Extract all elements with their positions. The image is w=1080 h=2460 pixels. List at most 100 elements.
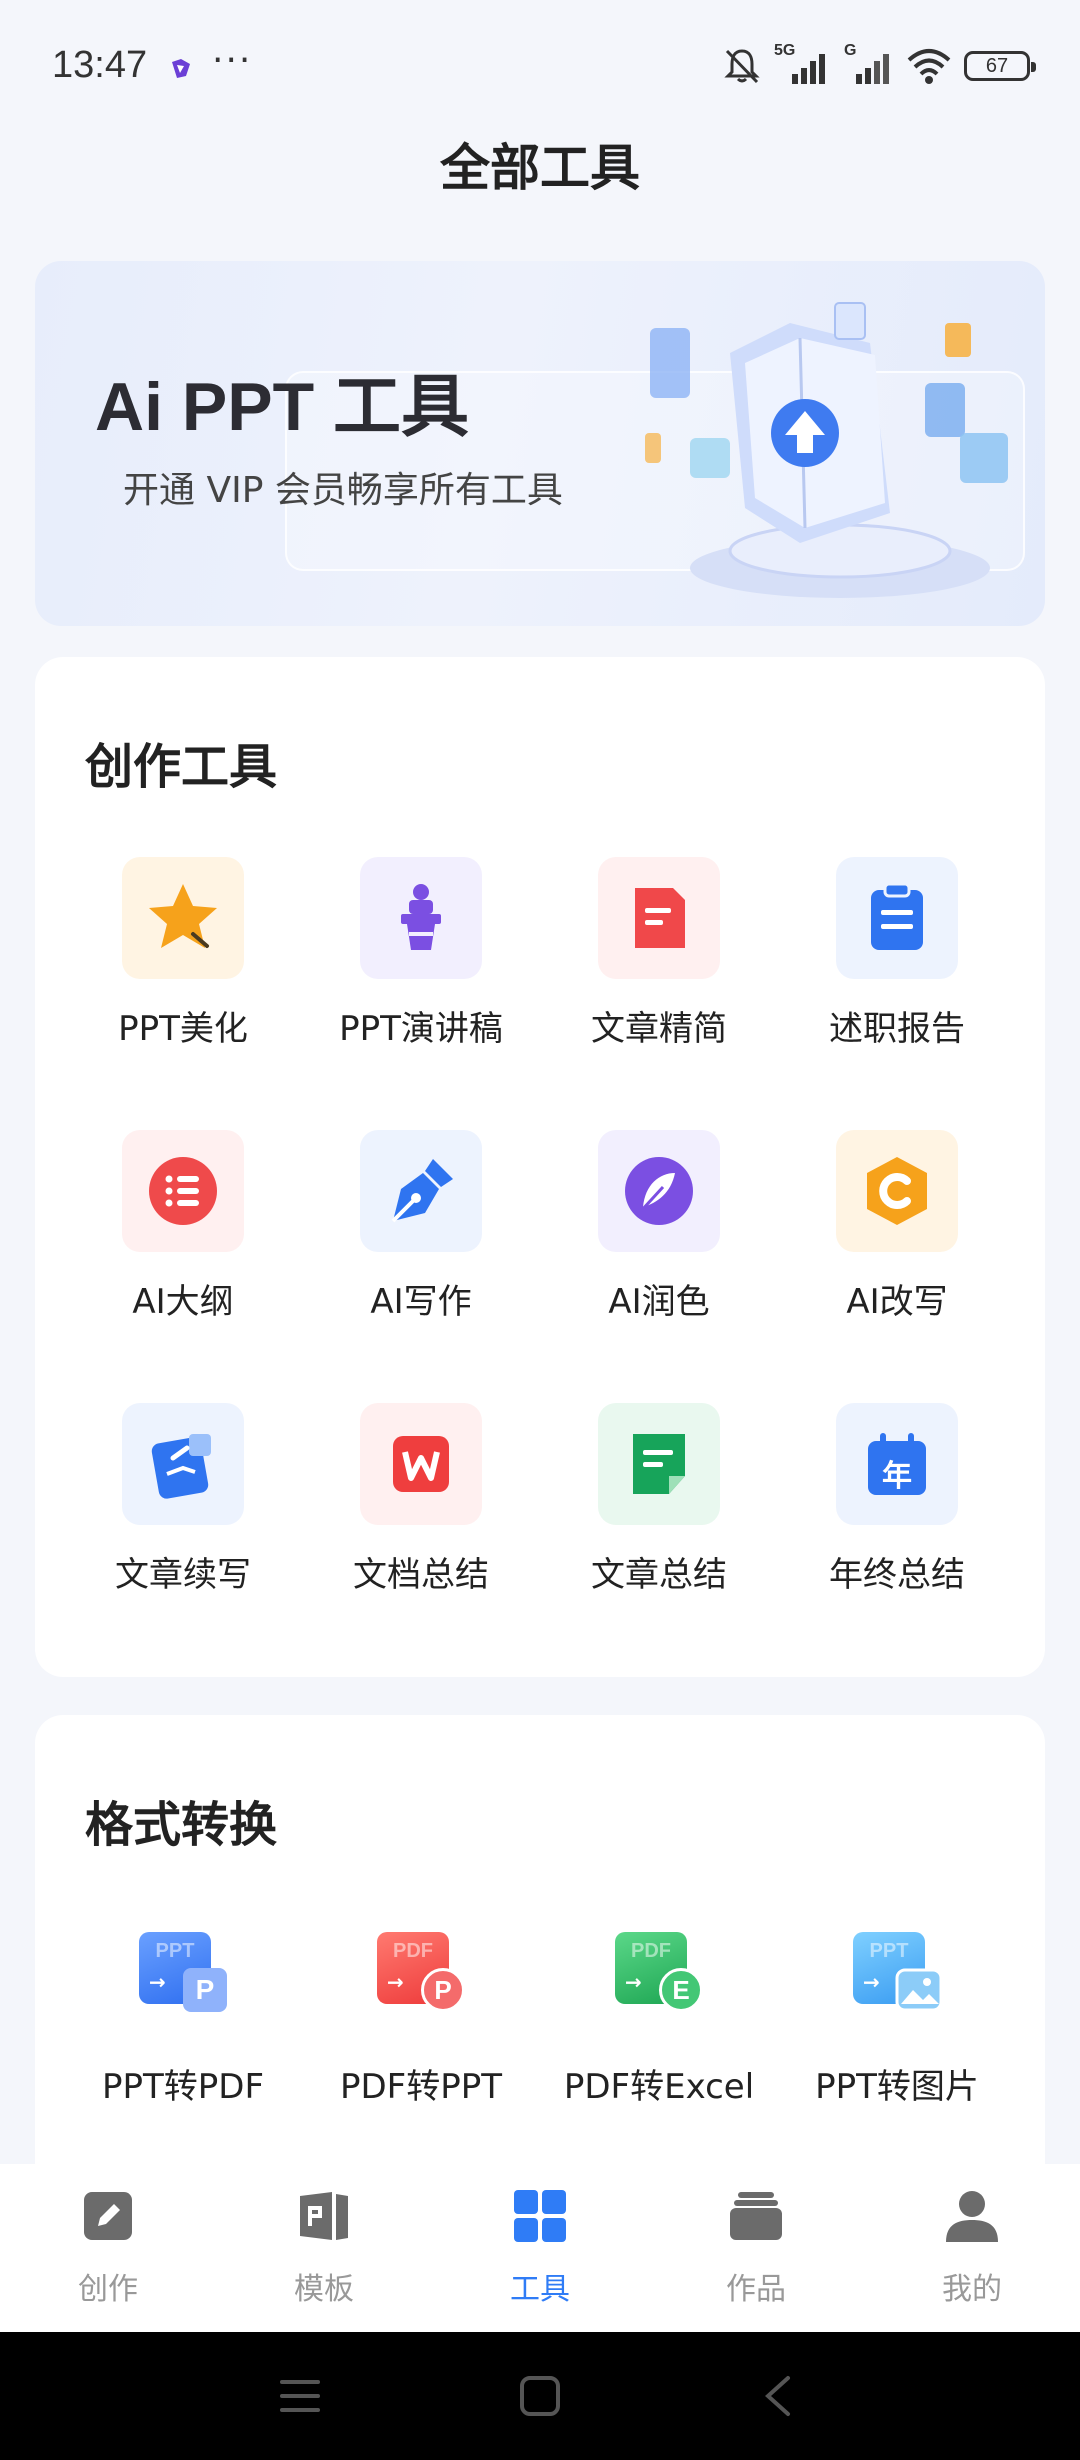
nav-mine[interactable]: 我的 xyxy=(892,2184,1052,2308)
format-to: E xyxy=(672,1974,690,2005)
tool-ppt-to-pdf[interactable]: PPT → P PPT转PDF xyxy=(73,1915,293,2108)
arrow-icon: → xyxy=(387,1970,404,1994)
tool-label: PPT转PDF xyxy=(101,2067,264,2107)
calendar-year-icon: 年 xyxy=(836,1403,958,1525)
c-hexagon-icon xyxy=(836,1130,958,1252)
grid-icon xyxy=(514,2190,566,2242)
star-icon xyxy=(122,857,244,979)
tool-label: 文章精简 xyxy=(591,1009,727,1049)
status-indicators: 5G G 67 xyxy=(722,42,1036,88)
tool-label: 年终总结 xyxy=(829,1555,965,1595)
tool-label: AI大纲 xyxy=(132,1282,234,1322)
creation-tools-title: 创作工具 xyxy=(85,739,278,795)
ppt-to-pdf-icon: PPT → P xyxy=(122,1915,244,2037)
tool-label: 文章总结 xyxy=(591,1555,727,1595)
battery-level: 67 xyxy=(985,54,1009,77)
banner-title: Ai PPT 工具 xyxy=(95,369,470,445)
pdf-to-excel-icon: PDF → E xyxy=(598,1915,720,2037)
doc-summary-icon xyxy=(598,1403,720,1525)
nav-create[interactable]: 创作 xyxy=(28,2184,188,2308)
tool-label: AI改写 xyxy=(846,1282,948,1322)
arrow-icon: → xyxy=(625,1970,642,1994)
template-icon xyxy=(300,2192,348,2240)
document-icon xyxy=(598,857,720,979)
nav-works[interactable]: 作品 xyxy=(676,2184,836,2308)
signal-g-icon: G xyxy=(844,42,894,86)
tool-doc-summary[interactable]: 文档总结 xyxy=(311,1403,531,1596)
tool-ai-outline[interactable]: AI大纲 xyxy=(73,1130,293,1323)
tool-work-report[interactable]: 述职报告 xyxy=(787,857,1007,1050)
signal-5g-icon: 5G xyxy=(774,42,832,86)
format-from: PDF xyxy=(393,1940,433,1962)
tool-label: PPT演讲稿 xyxy=(339,1009,503,1049)
tool-label: AI写作 xyxy=(370,1282,472,1322)
pen-nib-icon xyxy=(360,1130,482,1252)
tool-label: 述职报告 xyxy=(829,1009,965,1049)
nav-label: 工具 xyxy=(510,2272,570,2307)
status-bar: 13:47 ··· 5G G 67 xyxy=(0,0,1080,130)
tool-ai-rewrite[interactable]: AI改写 xyxy=(787,1130,1007,1323)
format-to: P xyxy=(434,1974,452,2005)
tool-year-summary[interactable]: 年 年终总结 xyxy=(787,1403,1007,1596)
banner-subtitle: 开通 VIP 会员畅享所有工具 xyxy=(123,470,563,511)
nav-tools[interactable]: 工具 xyxy=(460,2184,620,2308)
conversion-tools-card: 格式转换 PPT → P PPT转PDF PDF → P PDF转PPT PDF… xyxy=(35,1715,1045,2215)
nav-label: 模板 xyxy=(294,2272,354,2307)
status-time: 13:47 xyxy=(52,44,148,86)
speaker-podium-icon xyxy=(360,857,482,979)
menu-icon[interactable] xyxy=(278,2376,322,2416)
nav-label: 创作 xyxy=(78,2272,138,2307)
user-icon xyxy=(946,2191,998,2242)
bottom-nav: 创作 模板 工具 作品 我的 xyxy=(0,2164,1080,2332)
feather-icon xyxy=(598,1130,720,1252)
tool-ppt-speech[interactable]: PPT演讲稿 xyxy=(311,857,531,1050)
wifi-icon xyxy=(907,49,951,84)
format-from: PDF xyxy=(631,1940,671,1962)
wps-icon xyxy=(360,1403,482,1525)
conversion-tools-title: 格式转换 xyxy=(85,1797,278,1853)
app-notification-icon xyxy=(172,59,190,78)
tool-label: PDF转PPT xyxy=(339,2067,502,2107)
tool-label: PDF转Excel xyxy=(563,2067,755,2107)
nav-template[interactable]: 模板 xyxy=(244,2184,404,2308)
pdf-to-ppt-icon: PDF → P xyxy=(360,1915,482,2037)
tool-ppt-to-image[interactable]: PPT → PPT转图片 xyxy=(787,1915,1007,2108)
book-illustration-icon xyxy=(645,302,1008,598)
tool-ai-write[interactable]: AI写作 xyxy=(311,1130,531,1323)
tool-ppt-beautify[interactable]: PPT美化 xyxy=(73,857,293,1050)
tool-article-simplify[interactable]: 文章精简 xyxy=(549,857,769,1050)
status-more-dots: ··· xyxy=(212,40,253,81)
clipboard-icon xyxy=(836,857,958,979)
format-from: PPT xyxy=(869,1940,909,1962)
creation-tools-card: 创作工具 PPT美化 PPT演讲稿 文章精简 述职报告 AI大纲 AI写作 AI… xyxy=(35,657,1045,1677)
tool-pdf-to-ppt[interactable]: PDF → P PDF转PPT xyxy=(311,1915,531,2108)
arrow-icon: → xyxy=(863,1970,880,1994)
nav-label: 我的 xyxy=(942,2272,1002,2307)
calendar-year-char: 年 xyxy=(882,1459,912,1494)
back-icon[interactable] xyxy=(760,2374,796,2418)
tool-label: 文档总结 xyxy=(353,1555,489,1595)
tool-pdf-to-excel[interactable]: PDF → E PDF转Excel xyxy=(549,1915,769,2108)
arrow-icon: → xyxy=(149,1970,166,1994)
tool-label: PPT美化 xyxy=(118,1009,248,1049)
tool-label: PPT转图片 xyxy=(815,2067,979,2107)
page-title: 全部工具 xyxy=(440,139,640,197)
vip-banner[interactable]: Ai PPT 工具 开通 VIP 会员畅享所有工具 xyxy=(35,261,1045,626)
bell-muted-icon xyxy=(724,49,760,84)
nav-label: 作品 xyxy=(726,2272,786,2307)
tool-article-continue[interactable]: 文章续写 xyxy=(73,1403,293,1596)
format-to: P xyxy=(195,1974,215,2005)
stack-icon xyxy=(730,2192,782,2240)
tool-ai-polish[interactable]: AI润色 xyxy=(549,1130,769,1323)
system-nav-bar xyxy=(0,2332,1080,2460)
format-from: PPT xyxy=(155,1940,195,1962)
image-icon xyxy=(895,1968,943,2012)
ppt-to-image-icon: PPT → xyxy=(836,1915,958,2037)
battery-indicator: 67 xyxy=(964,51,1036,81)
home-icon[interactable] xyxy=(518,2374,562,2418)
write-note-icon xyxy=(122,1403,244,1525)
tool-label: AI润色 xyxy=(608,1282,710,1322)
tool-article-summary[interactable]: 文章总结 xyxy=(549,1403,769,1596)
list-icon xyxy=(122,1130,244,1252)
edit-icon xyxy=(84,2192,132,2240)
